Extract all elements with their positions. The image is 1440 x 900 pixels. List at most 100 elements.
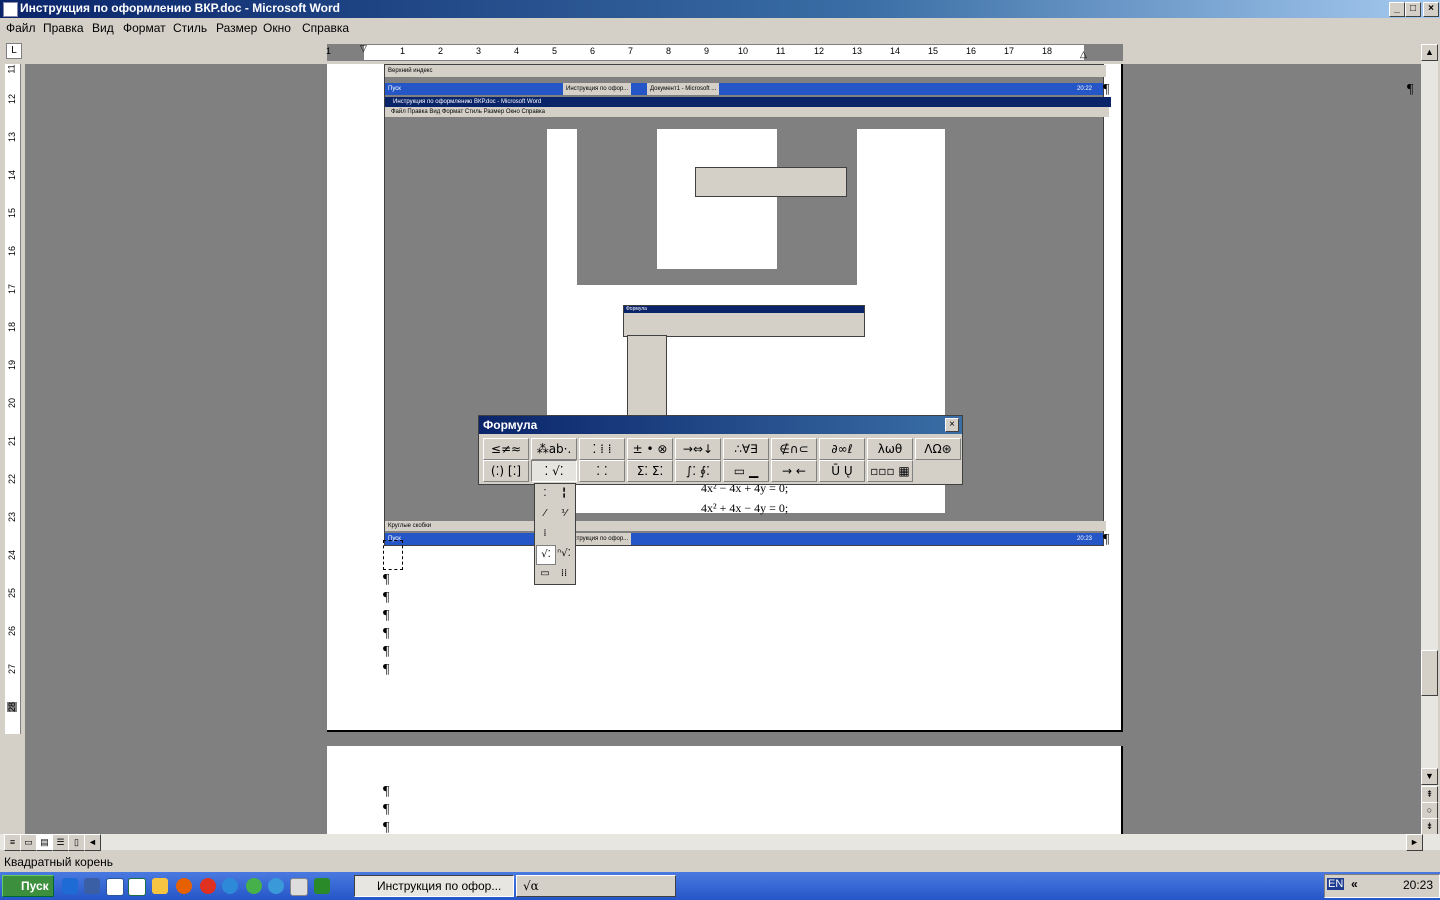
scroll-right-icon[interactable]: ►	[1406, 834, 1423, 851]
underbars-button[interactable]: ▭ ▁	[723, 460, 769, 482]
fences-button[interactable]: (⁚) [⁚]	[483, 460, 529, 482]
scroll-left-icon[interactable]: ◄	[84, 834, 101, 851]
mini-palette	[627, 335, 667, 419]
pilcrow: ¶	[383, 662, 390, 677]
vertical-ruler[interactable]: 11 12 13 14 15 16 17 18 19 20 21 22 23 2…	[5, 64, 21, 734]
menu-style[interactable]: Стиль	[173, 21, 207, 35]
ruler-number: 10	[738, 46, 749, 56]
embedded-menu: Файл Правка Вид Формат Стиль Размер Окно…	[385, 107, 1109, 117]
menu-view[interactable]: Вид	[92, 21, 114, 35]
page-2[interactable]: ¶ ¶ ¶	[327, 746, 1123, 834]
start-button[interactable]: Пуск	[2, 875, 54, 897]
clock-icon[interactable]	[152, 878, 168, 894]
maximize-button[interactable]: □	[1405, 2, 1421, 17]
ruler-number: 4	[514, 46, 520, 56]
pilcrow: ¶	[1103, 82, 1110, 97]
ruler-number: 22	[7, 473, 18, 485]
greek-upper-button[interactable]: ΛΩ⊛	[915, 438, 961, 460]
tab-selector-icon[interactable]: L	[6, 43, 22, 59]
long-division-icon[interactable]: ⁞	[536, 525, 554, 543]
vertical-scrollbar[interactable]: ▲ ▼ ⇞ ○ ⇟	[1421, 44, 1438, 835]
menu-size[interactable]: Размер	[216, 21, 257, 35]
ruler-number: 13	[7, 131, 18, 143]
sets-button[interactable]: ∉∩⊂	[771, 438, 817, 460]
next-page-icon[interactable]: ⇟	[1421, 818, 1438, 835]
normal-view-icon[interactable]: ≡	[4, 834, 21, 851]
formula-toolbar[interactable]: Формула × ≤≠≈ ⁂ab·. ⁚ ⁞ ⁞ ± • ⊗ →⇔↓ ∴∀∃ …	[478, 415, 963, 485]
embedded-title: Инструкция по оформлению ВКР.doc - Micro…	[385, 97, 1111, 107]
clock[interactable]: 20:23	[1403, 878, 1433, 892]
embedded-task1: Инструкция по офор...	[563, 83, 632, 95]
arrows-button[interactable]: →⇔↓	[675, 438, 721, 460]
scroll-down-icon[interactable]: ▼	[1421, 768, 1438, 785]
menu-window[interactable]: Окно	[263, 21, 291, 35]
horizontal-ruler[interactable]: ▽ △ 1 1 2 3 4 5 6 7 8 9 10 11 12 13 14 1…	[326, 43, 1123, 61]
firefox-icon[interactable]	[176, 878, 192, 894]
spaces-button[interactable]: ⁂ab·.	[531, 438, 577, 460]
web-view-icon[interactable]: ▭	[20, 834, 37, 851]
formula-close-button[interactable]: ×	[945, 418, 959, 432]
word-app-icon[interactable]	[3, 2, 18, 17]
subscripts-button[interactable]: ⁚ ⁚	[579, 460, 625, 482]
slash-fraction-icon[interactable]: ⁄	[536, 505, 554, 523]
minimize-button[interactable]: _	[1389, 2, 1405, 17]
language-indicator[interactable]: EN	[1327, 878, 1345, 890]
menu-file[interactable]: Файл	[6, 21, 36, 35]
first-line-indent-marker[interactable]: ▽	[360, 43, 368, 53]
logic-button[interactable]: ∴∀∃	[723, 438, 769, 460]
right-indent-marker[interactable]: △	[1080, 49, 1088, 59]
labeled-arrows-button[interactable]: → ←	[771, 460, 817, 482]
reading-view-icon[interactable]: ▯	[68, 834, 85, 851]
nth-root-icon[interactable]: ⁿ√⁚	[555, 545, 573, 563]
operators-button[interactable]: ± • ⊗	[627, 438, 673, 460]
matrices-button[interactable]: ▫▫▫ ▦	[867, 460, 913, 482]
fractions-radicals-palette[interactable]: ⁚ ╏ ⁄ ⅟ ⁞ √⁚ ⁿ√⁚ ▭ ⁞⁞	[534, 483, 576, 585]
close-button[interactable]: ×	[1423, 2, 1439, 17]
menu-format[interactable]: Формат	[123, 21, 166, 35]
tray-expand-icon[interactable]: «	[1351, 877, 1358, 891]
task-word-button[interactable]: Инструкция по офор...	[354, 875, 514, 897]
fractions-radicals-button[interactable]: ⁚ √⁚	[531, 460, 577, 482]
print-layout-icon[interactable]: ▤	[36, 834, 53, 851]
task-equation-button[interactable]: √α	[516, 875, 676, 897]
ruler-number: 17	[1004, 46, 1015, 56]
relations-button[interactable]: ≤≠≈	[483, 438, 529, 460]
menu-edit[interactable]: Правка	[43, 21, 84, 35]
scroll-up-icon[interactable]: ▲	[1421, 44, 1438, 61]
scroll-thumb[interactable]	[1421, 650, 1438, 696]
ruler-number: 9	[704, 46, 710, 56]
greek-lower-button[interactable]: λωθ	[867, 438, 913, 460]
fraction-small-icon[interactable]: ╏	[555, 485, 573, 503]
overbar-icon[interactable]: ▭	[536, 565, 554, 583]
ruler-number: 19	[7, 359, 18, 371]
products-button[interactable]: Ū Ų	[819, 460, 865, 482]
equation-object[interactable]	[383, 540, 403, 570]
word-icon[interactable]	[106, 878, 124, 896]
division-icon[interactable]: ⁞⁞	[555, 565, 573, 583]
project-icon[interactable]	[314, 878, 330, 894]
network-icon[interactable]	[222, 878, 238, 894]
pilcrow: ¶	[1407, 82, 1414, 97]
square-root-icon[interactable]: √⁚	[536, 545, 556, 565]
app-icon[interactable]	[246, 878, 262, 894]
excel-icon[interactable]	[128, 878, 146, 896]
horizontal-scrollbar[interactable]: ≡ ▭ ▤ ☰ ▯ ◄ ►	[0, 834, 1440, 851]
menu-help[interactable]: Справка	[302, 21, 349, 35]
embellishments-button[interactable]: ⁚ ⁞ ⁞	[579, 438, 625, 460]
ie-icon[interactable]	[62, 878, 78, 894]
page-1[interactable]: Верхний индекс Пуск Инструкция по офор..…	[327, 64, 1413, 732]
search-icon[interactable]	[268, 878, 284, 894]
chat-icon[interactable]	[290, 878, 308, 896]
outline-view-icon[interactable]: ☰	[52, 834, 69, 851]
prev-page-icon[interactable]: ⇞	[1421, 786, 1438, 803]
fraction-full-icon[interactable]: ⁚	[536, 485, 554, 503]
small-slash-fraction-icon[interactable]: ⅟	[555, 505, 573, 523]
summation-button[interactable]: Σ⁚ Σ⁚	[627, 460, 673, 482]
browse-object-icon[interactable]: ○	[1421, 802, 1438, 819]
desktop-icon[interactable]	[84, 878, 100, 894]
integrals-button[interactable]: ∫⁚ ∮⁚	[675, 460, 721, 482]
opera-icon[interactable]	[200, 878, 216, 894]
misc-symbols-button[interactable]: ∂∞ℓ	[819, 438, 865, 460]
system-tray: EN « 20:23	[1324, 874, 1440, 898]
pilcrow: ¶	[383, 572, 390, 587]
